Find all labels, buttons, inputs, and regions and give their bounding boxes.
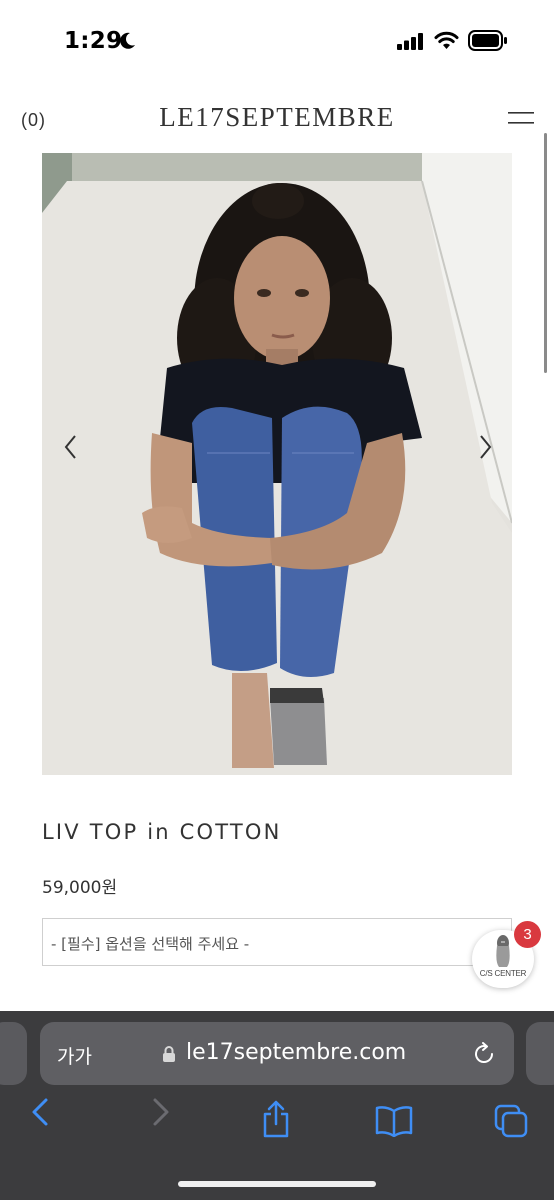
moon-icon [120, 32, 135, 49]
url-text[interactable]: le17septembre.com [186, 1040, 406, 1065]
tabs-icon[interactable] [494, 1104, 528, 1138]
option-select[interactable]: - [필수] 옵션을 선택해 주세요 - [42, 918, 512, 966]
product-price: 59,000원 [42, 878, 118, 898]
product-photo [42, 153, 512, 775]
cs-center-label: C/S CENTER [479, 969, 527, 978]
notification-badge: 3 [514, 921, 541, 948]
status-bar: 1:29 [0, 0, 554, 84]
next-tab-preview[interactable] [526, 1022, 554, 1085]
hamburger-menu-icon[interactable] [508, 110, 534, 126]
option-placeholder: - [필수] 옵션을 선택해 주세요 - [51, 935, 250, 953]
product-name: LIV TOP in COTTON [42, 820, 282, 844]
product-image[interactable] [42, 153, 512, 775]
previous-tab-preview[interactable] [0, 1022, 27, 1085]
site-logo[interactable]: LE17SEPTEMBRE [0, 102, 554, 133]
home-indicator [178, 1181, 376, 1187]
lock-icon [163, 1046, 175, 1062]
bookmarks-icon[interactable] [375, 1105, 413, 1137]
forward-icon[interactable] [150, 1097, 172, 1127]
site-header: (0) LE17SEPTEMBRE [0, 96, 554, 144]
chevron-left-icon[interactable] [57, 432, 85, 462]
status-time: 1:29 [64, 28, 123, 54]
page-scrollbar[interactable] [544, 133, 547, 373]
battery-icon [468, 30, 507, 51]
cs-center-figure-icon [496, 935, 510, 967]
wifi-icon [434, 31, 459, 49]
back-icon[interactable] [29, 1097, 51, 1127]
reload-icon[interactable] [472, 1042, 496, 1066]
cellular-signal-icon [397, 33, 423, 50]
address-bar[interactable]: 가가 le17septembre.com [40, 1022, 514, 1085]
share-icon[interactable] [261, 1100, 291, 1138]
text-size-button[interactable]: 가가 [57, 1042, 92, 1069]
chevron-right-icon[interactable] [471, 432, 499, 462]
